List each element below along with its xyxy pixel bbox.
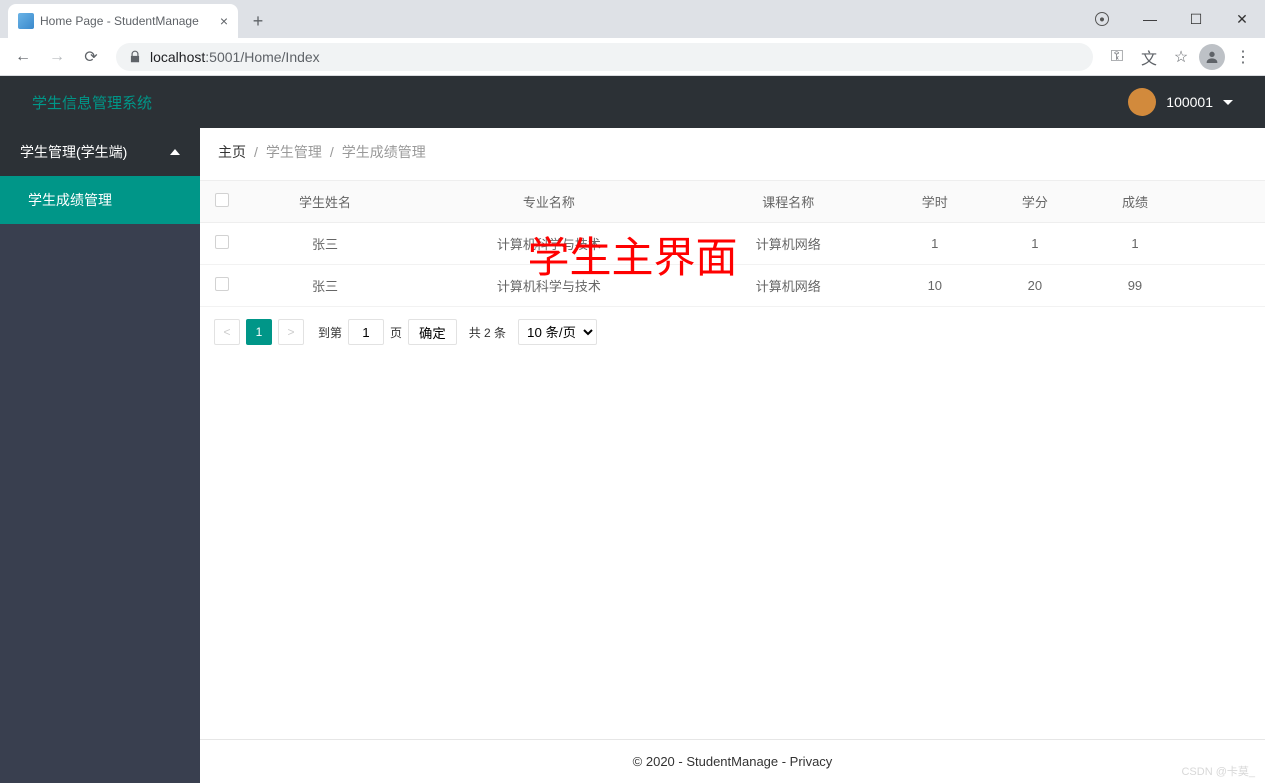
sidebar-item-label: 学生成绩管理 (28, 192, 112, 208)
breadcrumb-l2[interactable]: 学生管理 (266, 142, 322, 162)
forward-button[interactable]: → (42, 42, 72, 72)
cell-course: 计算机网络 (692, 223, 885, 265)
pager-page-1[interactable]: 1 (246, 319, 272, 345)
pager-page-input[interactable] (348, 319, 384, 345)
breadcrumb-sep: / (330, 144, 334, 160)
breadcrumb: 主页 / 学生管理 / 学生成绩管理 (218, 142, 1247, 162)
pager-page-suffix: 页 (390, 324, 402, 341)
chevron-up-icon (170, 149, 180, 155)
th-course: 课程名称 (692, 181, 885, 223)
th-hours: 学时 (885, 181, 985, 223)
cell-major: 计算机科学与技术 (406, 223, 692, 265)
row-checkbox[interactable] (215, 235, 229, 249)
brand-title[interactable]: 学生信息管理系统 (32, 92, 152, 113)
tab-title: Home Page - StudentManage (40, 14, 199, 28)
cell-score: 1 (1085, 223, 1185, 265)
cell-credit: 20 (985, 265, 1085, 307)
select-all-checkbox[interactable] (215, 193, 229, 207)
table-header-row: 学生姓名 专业名称 课程名称 学时 学分 成绩 (200, 181, 1265, 223)
pager-confirm-button[interactable]: 确定 (408, 319, 457, 345)
cell-major: 计算机科学与技术 (406, 265, 692, 307)
pager-next-button[interactable]: > (278, 319, 304, 345)
reload-button[interactable]: ⟳ (76, 42, 106, 72)
user-avatar-icon (1128, 88, 1156, 116)
row-checkbox[interactable] (215, 277, 229, 291)
translate-icon[interactable]: 文 (1135, 43, 1163, 71)
cell-score: 99 (1085, 265, 1185, 307)
content-area: 主页 / 学生管理 / 学生成绩管理 学生姓名 专业名称 课程名称 (200, 128, 1265, 783)
breadcrumb-home[interactable]: 主页 (218, 142, 246, 162)
user-menu[interactable]: 100001 (1128, 88, 1233, 116)
cell-hours: 10 (885, 265, 985, 307)
browser-titlebar: Home Page - StudentManage × + ● — ☐ ✕ (0, 0, 1265, 38)
new-tab-button[interactable]: + (244, 7, 272, 35)
cell-credit: 1 (985, 223, 1085, 265)
cell-course: 计算机网络 (692, 265, 885, 307)
th-name: 学生姓名 (244, 181, 406, 223)
chevron-down-icon (1223, 100, 1233, 105)
favicon-icon (18, 13, 34, 29)
cell-name: 张三 (244, 223, 406, 265)
window-maximize-button[interactable]: ☐ (1173, 4, 1219, 34)
close-tab-icon[interactable]: × (220, 13, 228, 29)
page-header: 主页 / 学生管理 / 学生成绩管理 (200, 128, 1265, 181)
th-score: 成绩 (1085, 181, 1185, 223)
url-text: localhost:5001/Home/Index (150, 49, 320, 65)
sidebar-group-student-manage[interactable]: 学生管理(学生端) (0, 128, 200, 176)
password-key-icon[interactable]: ⚿ (1103, 43, 1131, 71)
table-row[interactable]: 张三 计算机科学与技术 计算机网络 10 20 99 (200, 265, 1265, 307)
pager-size-select[interactable]: 10 条/页 (518, 319, 597, 345)
breadcrumb-l3: 学生成绩管理 (342, 142, 426, 162)
pagination: < 1 > 到第 页 确定 共 2 条 10 条/页 (200, 307, 1265, 357)
address-bar[interactable]: localhost:5001/Home/Index (116, 43, 1093, 71)
user-id: 100001 (1166, 94, 1213, 110)
pager-total: 共 2 条 (469, 324, 506, 341)
kebab-menu-icon[interactable]: ⋮ (1229, 43, 1257, 71)
back-button[interactable]: ← (8, 42, 38, 72)
window-minimize-button[interactable]: — (1127, 4, 1173, 34)
pager-to-label: 到第 (318, 324, 342, 341)
sidebar-item-score-manage[interactable]: 学生成绩管理 (0, 176, 200, 224)
breadcrumb-sep: / (254, 144, 258, 160)
cell-hours: 1 (885, 223, 985, 265)
window-close-button[interactable]: ✕ (1219, 4, 1265, 34)
sidebar: 学生管理(学生端) 学生成绩管理 (0, 128, 200, 783)
pager-prev-button[interactable]: < (214, 319, 240, 345)
score-table: 学生姓名 专业名称 课程名称 学时 学分 成绩 张三 (200, 181, 1265, 307)
th-major: 专业名称 (406, 181, 692, 223)
th-credit: 学分 (985, 181, 1085, 223)
app-root: 学生信息管理系统 100001 学生管理(学生端) 学生成绩管理 (0, 76, 1265, 783)
footer: © 2020 - StudentManage - Privacy (200, 739, 1265, 783)
top-nav: 学生信息管理系统 100001 (0, 76, 1265, 128)
cell-name: 张三 (244, 265, 406, 307)
account-circle-icon[interactable]: ● (1095, 12, 1109, 26)
profile-avatar-icon[interactable] (1199, 44, 1225, 70)
bookmark-star-icon[interactable]: ☆ (1167, 43, 1195, 71)
sidebar-group-label: 学生管理(学生端) (20, 142, 127, 162)
browser-toolbar: ← → ⟳ localhost:5001/Home/Index ⚿ 文 ☆ ⋮ (0, 38, 1265, 76)
table-row[interactable]: 张三 计算机科学与技术 计算机网络 1 1 1 (200, 223, 1265, 265)
lock-icon (128, 50, 142, 64)
browser-tab[interactable]: Home Page - StudentManage × (8, 4, 238, 38)
